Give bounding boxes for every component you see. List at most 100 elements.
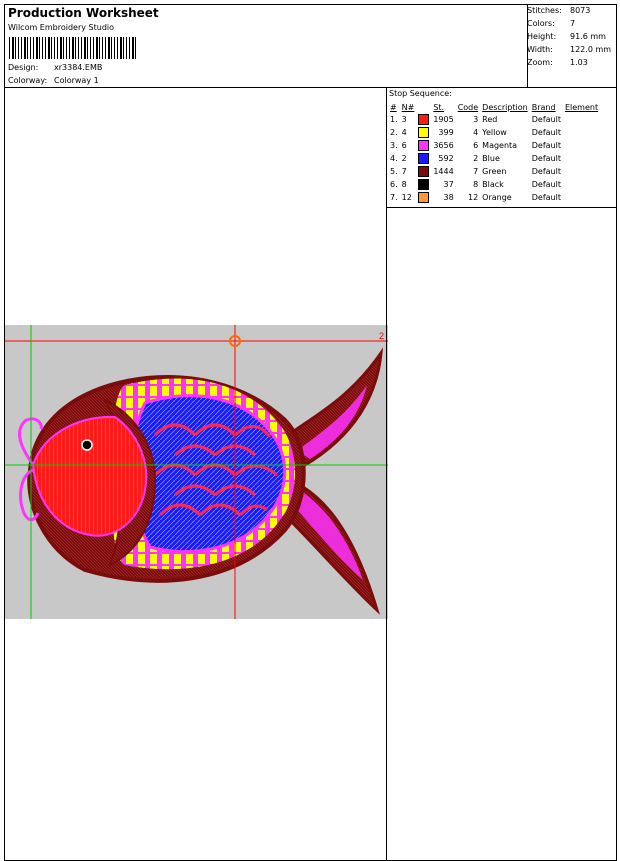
row-element [563, 191, 600, 204]
col-swatch [416, 101, 431, 113]
row-n: 6 [401, 141, 407, 150]
color-swatch [416, 152, 431, 165]
color-swatch [416, 113, 431, 126]
worksheet-header: Production Worksheet Wilcom Embroidery S… [4, 4, 617, 88]
table-row: 2. 4 399 4 Yellow Default [388, 126, 600, 139]
row-brand: Default [531, 115, 561, 124]
row-stitches: 1905 [433, 115, 454, 124]
table-row: 3. 6 3656 6 Magenta Default [388, 139, 600, 152]
color-swatch-box [418, 140, 430, 151]
row-n: 4 [401, 128, 407, 137]
row-brand: Default [531, 180, 561, 189]
table-header-row: # N# St. Code Description Brand Element [388, 101, 600, 113]
row-index: 2. [390, 128, 398, 137]
stat-zoom: Zoom: 1.03 [527, 58, 588, 67]
row-stitches: 3656 [433, 141, 454, 150]
info-panel: Stop Sequence: # N# St. Code Description… [386, 87, 617, 861]
color-swatch-box [418, 153, 430, 164]
row-brand: Default [531, 167, 561, 176]
col-description: Description [482, 102, 528, 112]
colorway-row: Colorway: Colorway 1 [8, 76, 99, 85]
color-swatch-box [418, 166, 430, 177]
fish-embroidery-image: 2 [5, 325, 388, 619]
barcode [9, 37, 137, 59]
row-description: Orange [482, 193, 512, 202]
stat-stitches: Stitches: 8073 [527, 6, 591, 15]
row-element [563, 152, 600, 165]
row-element [563, 178, 600, 191]
row-description: Yellow [482, 128, 507, 137]
row-stitches: 37 [443, 180, 454, 189]
color-swatch [416, 191, 431, 204]
stat-colors: Colors: 7 [527, 19, 576, 28]
table-row: 1. 3 1905 3 Red Default [388, 113, 600, 126]
color-swatch [416, 178, 431, 191]
row-code: 4 [473, 128, 479, 137]
row-brand: Default [531, 193, 561, 202]
col-n: N# [401, 102, 415, 112]
row-stitches: 399 [438, 128, 454, 137]
row-index: 6. [390, 180, 398, 189]
row-n: 2 [401, 154, 407, 163]
row-brand: Default [531, 128, 561, 137]
table-row: 7. 12 38 12 Orange Default [388, 191, 600, 204]
row-stitches: 38 [443, 193, 454, 202]
col-element: Element [564, 102, 599, 112]
row-code: 12 [467, 193, 479, 202]
row-n: 8 [401, 180, 407, 189]
row-n: 12 [401, 193, 412, 202]
row-code: 2 [473, 154, 479, 163]
color-swatch [416, 126, 431, 139]
design-preview[interactable]: 2 [5, 325, 388, 619]
col-code: Code [457, 102, 479, 112]
table-row: 5. 7 1444 7 Green Default [388, 165, 600, 178]
stat-height: Height: 91.6 mm [527, 32, 606, 41]
row-index: 5. [390, 167, 398, 176]
col-brand: Brand [531, 102, 556, 112]
row-index: 4. [390, 154, 398, 163]
colorway-label: Colorway: [8, 76, 48, 85]
marker-label: 2 [379, 331, 384, 341]
row-code: 6 [473, 141, 479, 150]
row-index: 7. [390, 193, 398, 202]
row-element [563, 139, 600, 152]
design-label: Design: [8, 63, 39, 72]
row-index: 3. [390, 141, 398, 150]
color-swatch-box [418, 179, 430, 190]
row-stitches: 592 [438, 154, 454, 163]
design-row: Design: xr3384.EMB [8, 63, 102, 72]
row-code: 8 [473, 180, 479, 189]
row-description: Black [482, 180, 504, 189]
row-n: 7 [401, 167, 407, 176]
row-brand: Default [531, 141, 561, 150]
row-code: 3 [473, 115, 479, 124]
color-swatch-box [418, 192, 430, 203]
color-swatch [416, 139, 431, 152]
page-title: Production Worksheet [8, 6, 159, 20]
row-element [563, 113, 600, 126]
table-row: 6. 8 37 8 Black Default [388, 178, 600, 191]
row-description: Green [482, 167, 507, 176]
fish-eye [81, 439, 93, 451]
row-element [563, 165, 600, 178]
colorway-value: Colorway 1 [54, 76, 99, 85]
row-description: Blue [482, 154, 500, 163]
row-index: 1. [390, 115, 398, 124]
design-panel: 2 [4, 87, 388, 861]
stop-sequence-table: # N# St. Code Description Brand Element … [388, 101, 600, 204]
stop-sequence-section: Stop Sequence: # N# St. Code Description… [387, 88, 616, 208]
color-swatch [416, 165, 431, 178]
row-brand: Default [531, 154, 561, 163]
color-swatch-box [418, 114, 430, 125]
software-name: Wilcom Embroidery Studio [8, 23, 115, 32]
col-index: # [390, 102, 397, 112]
stop-sequence-title: Stop Sequence: [389, 89, 452, 98]
row-element [563, 126, 600, 139]
row-n: 3 [401, 115, 407, 124]
row-stitches: 1444 [433, 167, 454, 176]
row-code: 7 [473, 167, 479, 176]
row-description: Red [482, 115, 498, 124]
row-description: Magenta [482, 141, 518, 150]
col-st: St. [433, 102, 445, 112]
stat-width: Width: 122.0 mm [527, 45, 612, 54]
